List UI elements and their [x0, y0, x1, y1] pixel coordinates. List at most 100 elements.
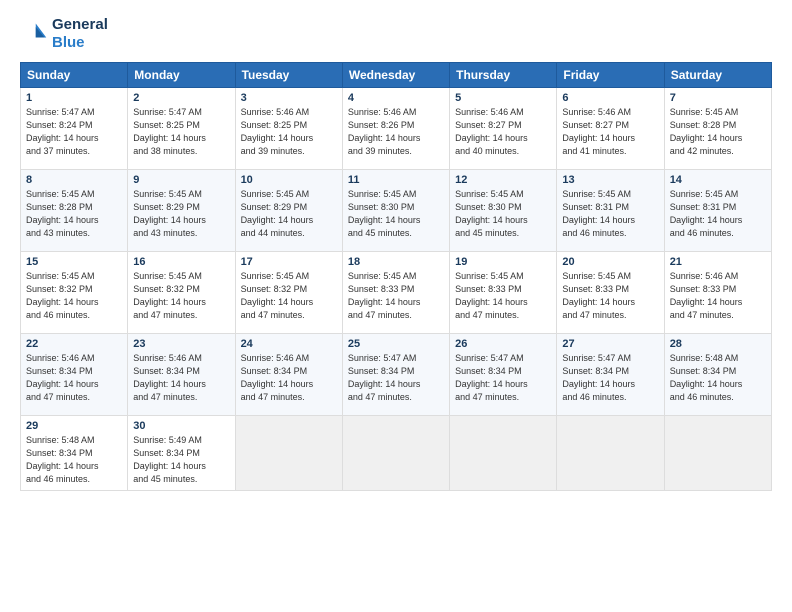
day-number: 26 — [455, 338, 551, 350]
cell-info: Sunrise: 5:45 AMSunset: 8:32 PMDaylight:… — [26, 270, 122, 322]
calendar-cell: 1 Sunrise: 5:47 AMSunset: 8:24 PMDaylight… — [21, 88, 128, 170]
day-number: 29 — [26, 420, 122, 432]
day-number: 1 — [26, 92, 122, 104]
calendar-day-header: Saturday — [664, 63, 771, 88]
day-number: 30 — [133, 420, 229, 432]
calendar-cell — [450, 416, 557, 491]
calendar-week-row: 22 Sunrise: 5:46 AMSunset: 8:34 PMDayligh… — [21, 334, 772, 416]
header: General Blue — [20, 16, 772, 52]
calendar-cell: 11Sunrise: 5:45 AMSunset: 8:30 PMDayligh… — [342, 170, 449, 252]
calendar-cell: 17 Sunrise: 5:45 AMSunset: 8:32 PMDayligh… — [235, 252, 342, 334]
day-number: 25 — [348, 338, 444, 350]
calendar-cell: 12 Sunrise: 5:45 AMSunset: 8:30 PMDayligh… — [450, 170, 557, 252]
calendar-day-header: Thursday — [450, 63, 557, 88]
day-number: 28 — [670, 338, 766, 350]
calendar-cell: 9 Sunrise: 5:45 AMSunset: 8:29 PMDaylight… — [128, 170, 235, 252]
calendar-cell: 22 Sunrise: 5:46 AMSunset: 8:34 PMDayligh… — [21, 334, 128, 416]
day-number: 2 — [133, 92, 229, 104]
day-number: 23 — [133, 338, 229, 350]
calendar-cell: 27 Sunrise: 5:47 AMSunset: 8:34 PMDayligh… — [557, 334, 664, 416]
calendar-cell: 14 Sunrise: 5:45 AMSunset: 8:31 PMDayligh… — [664, 170, 771, 252]
logo: General Blue — [20, 16, 108, 52]
cell-info: Sunrise: 5:46 AMSunset: 8:33 PMDaylight:… — [670, 270, 766, 322]
cell-info: Sunrise: 5:48 AMSunset: 8:34 PMDaylight:… — [26, 434, 122, 486]
calendar-cell: 4Sunrise: 5:46 AMSunset: 8:26 PMDaylight… — [342, 88, 449, 170]
cell-info: Sunrise: 5:47 AMSunset: 8:25 PMDaylight:… — [133, 106, 229, 158]
cell-info: Sunrise: 5:45 AMSunset: 8:33 PMDaylight:… — [562, 270, 658, 322]
day-number: 17 — [241, 256, 337, 268]
day-number: 8 — [26, 174, 122, 186]
day-number: 4 — [348, 92, 444, 104]
cell-info: Sunrise: 5:45 AMSunset: 8:28 PMDaylight:… — [26, 188, 122, 240]
calendar-week-row: 8 Sunrise: 5:45 AMSunset: 8:28 PMDaylight… — [21, 170, 772, 252]
cell-info: Sunrise: 5:45 AMSunset: 8:30 PMDaylight:… — [455, 188, 551, 240]
calendar-cell: 13Sunrise: 5:45 AMSunset: 8:31 PMDayligh… — [557, 170, 664, 252]
day-number: 20 — [562, 256, 658, 268]
day-number: 24 — [241, 338, 337, 350]
day-number: 5 — [455, 92, 551, 104]
calendar-cell: 26Sunrise: 5:47 AMSunset: 8:34 PMDayligh… — [450, 334, 557, 416]
cell-info: Sunrise: 5:46 AMSunset: 8:27 PMDaylight:… — [455, 106, 551, 158]
cell-info: Sunrise: 5:45 AMSunset: 8:31 PMDaylight:… — [562, 188, 658, 240]
cell-info: Sunrise: 5:49 AMSunset: 8:34 PMDaylight:… — [133, 434, 229, 486]
cell-info: Sunrise: 5:45 AMSunset: 8:32 PMDaylight:… — [241, 270, 337, 322]
day-number: 15 — [26, 256, 122, 268]
calendar-cell — [235, 416, 342, 491]
calendar-cell: 24 Sunrise: 5:46 AMSunset: 8:34 PMDayligh… — [235, 334, 342, 416]
calendar-cell — [664, 416, 771, 491]
cell-info: Sunrise: 5:45 AMSunset: 8:33 PMDaylight:… — [455, 270, 551, 322]
cell-info: Sunrise: 5:45 AMSunset: 8:29 PMDaylight:… — [241, 188, 337, 240]
calendar-cell: 21 Sunrise: 5:46 AMSunset: 8:33 PMDayligh… — [664, 252, 771, 334]
cell-info: Sunrise: 5:47 AMSunset: 8:34 PMDaylight:… — [348, 352, 444, 404]
cell-info: Sunrise: 5:46 AMSunset: 8:25 PMDaylight:… — [241, 106, 337, 158]
logo-icon — [20, 20, 48, 48]
day-number: 12 — [455, 174, 551, 186]
cell-info: Sunrise: 5:46 AMSunset: 8:27 PMDaylight:… — [562, 106, 658, 158]
calendar-cell: 8 Sunrise: 5:45 AMSunset: 8:28 PMDaylight… — [21, 170, 128, 252]
calendar-cell: 16 Sunrise: 5:45 AMSunset: 8:32 PMDayligh… — [128, 252, 235, 334]
calendar-cell: 20 Sunrise: 5:45 AMSunset: 8:33 PMDayligh… — [557, 252, 664, 334]
cell-info: Sunrise: 5:45 AMSunset: 8:30 PMDaylight:… — [348, 188, 444, 240]
calendar-day-header: Friday — [557, 63, 664, 88]
cell-info: Sunrise: 5:47 AMSunset: 8:34 PMDaylight:… — [562, 352, 658, 404]
calendar-cell: 18Sunrise: 5:45 AMSunset: 8:33 PMDayligh… — [342, 252, 449, 334]
day-number: 9 — [133, 174, 229, 186]
calendar-cell: 3Sunrise: 5:46 AMSunset: 8:25 PMDaylight… — [235, 88, 342, 170]
day-number: 22 — [26, 338, 122, 350]
calendar-day-header: Tuesday — [235, 63, 342, 88]
cell-info: Sunrise: 5:45 AMSunset: 8:28 PMDaylight:… — [670, 106, 766, 158]
page: General Blue SundayMondayTuesdayWednesda… — [0, 0, 792, 612]
cell-info: Sunrise: 5:45 AMSunset: 8:29 PMDaylight:… — [133, 188, 229, 240]
calendar-cell: 23Sunrise: 5:46 AMSunset: 8:34 PMDayligh… — [128, 334, 235, 416]
cell-info: Sunrise: 5:45 AMSunset: 8:31 PMDaylight:… — [670, 188, 766, 240]
logo-text: General Blue — [52, 16, 108, 52]
day-number: 14 — [670, 174, 766, 186]
calendar-table: SundayMondayTuesdayWednesdayThursdayFrid… — [20, 62, 772, 491]
cell-info: Sunrise: 5:46 AMSunset: 8:34 PMDaylight:… — [241, 352, 337, 404]
day-number: 16 — [133, 256, 229, 268]
calendar-day-header: Sunday — [21, 63, 128, 88]
calendar-cell: 10 Sunrise: 5:45 AMSunset: 8:29 PMDayligh… — [235, 170, 342, 252]
cell-info: Sunrise: 5:48 AMSunset: 8:34 PMDaylight:… — [670, 352, 766, 404]
calendar-day-header: Monday — [128, 63, 235, 88]
cell-info: Sunrise: 5:47 AMSunset: 8:24 PMDaylight:… — [26, 106, 122, 158]
calendar-week-row: 1 Sunrise: 5:47 AMSunset: 8:24 PMDaylight… — [21, 88, 772, 170]
calendar-cell: 19Sunrise: 5:45 AMSunset: 8:33 PMDayligh… — [450, 252, 557, 334]
calendar-week-row: 15 Sunrise: 5:45 AMSunset: 8:32 PMDayligh… — [21, 252, 772, 334]
cell-info: Sunrise: 5:45 AMSunset: 8:32 PMDaylight:… — [133, 270, 229, 322]
calendar-week-row: 29 Sunrise: 5:48 AMSunset: 8:34 PMDayligh… — [21, 416, 772, 491]
calendar-cell: 30 Sunrise: 5:49 AMSunset: 8:34 PMDayligh… — [128, 416, 235, 491]
day-number: 27 — [562, 338, 658, 350]
day-number: 7 — [670, 92, 766, 104]
calendar-cell: 5 Sunrise: 5:46 AMSunset: 8:27 PMDaylight… — [450, 88, 557, 170]
calendar-cell — [557, 416, 664, 491]
calendar-cell — [342, 416, 449, 491]
calendar-day-header: Wednesday — [342, 63, 449, 88]
cell-info: Sunrise: 5:46 AMSunset: 8:34 PMDaylight:… — [26, 352, 122, 404]
calendar-header-row: SundayMondayTuesdayWednesdayThursdayFrid… — [21, 63, 772, 88]
day-number: 21 — [670, 256, 766, 268]
day-number: 6 — [562, 92, 658, 104]
calendar-cell: 25 Sunrise: 5:47 AMSunset: 8:34 PMDayligh… — [342, 334, 449, 416]
cell-info: Sunrise: 5:45 AMSunset: 8:33 PMDaylight:… — [348, 270, 444, 322]
day-number: 10 — [241, 174, 337, 186]
